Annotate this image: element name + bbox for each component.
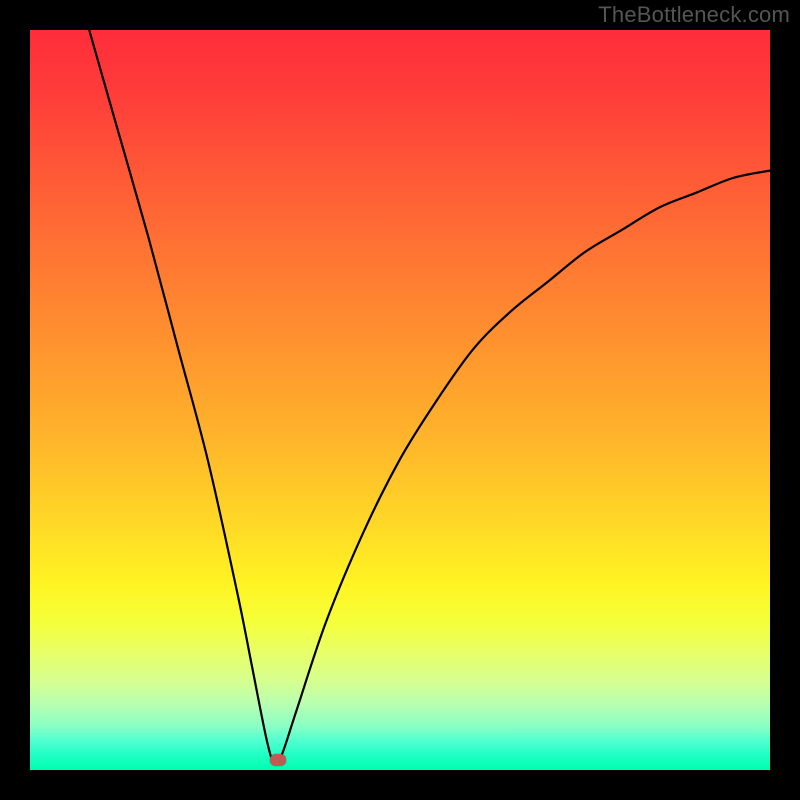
- chart-frame: TheBottleneck.com: [0, 0, 800, 800]
- curve-path: [89, 30, 770, 764]
- optimal-point-marker: [270, 754, 286, 766]
- plot-area: [30, 30, 770, 770]
- bottleneck-curve: [30, 30, 770, 770]
- watermark-text: TheBottleneck.com: [598, 2, 790, 28]
